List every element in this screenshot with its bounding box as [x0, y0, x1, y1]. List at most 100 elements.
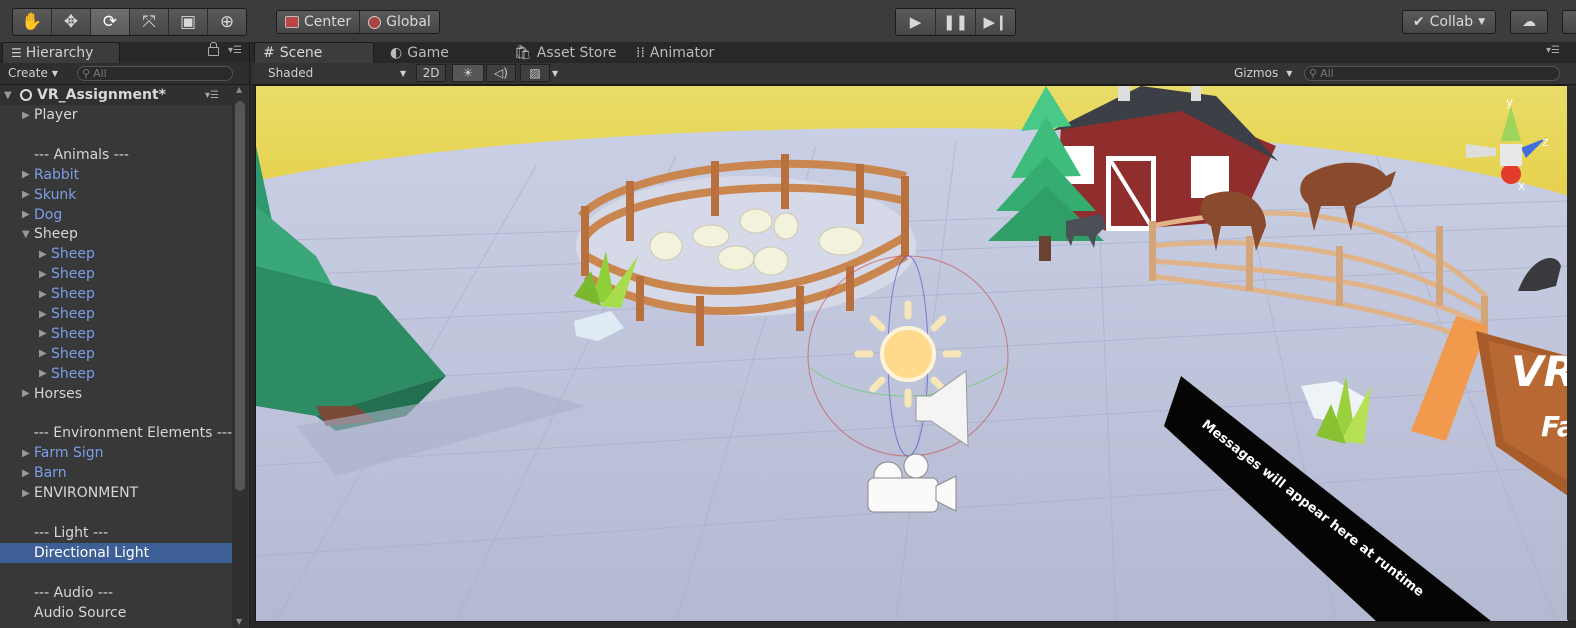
- scene-root-row[interactable]: ▼ VR_Assignment* ▾☰: [0, 85, 232, 105]
- rect-tool-icon[interactable]: ▣: [169, 9, 208, 35]
- hierarchy-row-label: Sheep: [51, 266, 95, 283]
- hierarchy-row[interactable]: --- Audio ---: [0, 583, 232, 603]
- hierarchy-row[interactable]: ▶ Dog: [0, 205, 232, 225]
- hierarchy-search-input[interactable]: ⚲ All: [77, 66, 233, 81]
- lock-icon[interactable]: [208, 42, 219, 56]
- hierarchy-scrollbar[interactable]: ▲ ▼: [232, 85, 248, 628]
- tab-scene[interactable]: # Scene: [254, 42, 374, 63]
- hierarchy-row[interactable]: --- Light ---: [0, 523, 232, 543]
- game-icon: ◐: [390, 44, 403, 61]
- hierarchy-row[interactable]: Directional Light: [0, 542, 232, 563]
- shading-mode-dropdown[interactable]: Shaded ▼: [268, 65, 408, 81]
- rotate-tool-icon[interactable]: ⟳: [91, 9, 130, 35]
- hierarchy-row[interactable]: ▶ Barn: [0, 463, 232, 483]
- search-icon: ⚲: [82, 67, 91, 80]
- cloud-icon: ☁: [1522, 14, 1536, 30]
- expand-arrow-icon[interactable]: ▶: [22, 110, 34, 121]
- expand-arrow-icon[interactable]: ▼: [22, 229, 34, 240]
- expand-arrow-icon[interactable]: ▶: [22, 468, 34, 479]
- expand-arrow-icon[interactable]: ▶: [39, 289, 51, 300]
- audio-toggle[interactable]: ◁): [486, 64, 516, 82]
- play-controls: ▶ ❚❚ ▶❙: [895, 8, 1016, 36]
- hierarchy-row[interactable]: [0, 125, 232, 145]
- expand-arrow-icon[interactable]: ▶: [22, 488, 34, 499]
- hierarchy-row[interactable]: ▶ Sheep: [0, 344, 232, 364]
- play-icon[interactable]: ▶: [896, 9, 936, 35]
- hierarchy-row[interactable]: ▶ Sheep: [0, 304, 232, 324]
- hand-tool-icon[interactable]: ✋: [13, 9, 52, 35]
- hierarchy-row-label: Sheep: [34, 226, 78, 243]
- hierarchy-row[interactable]: ▶ Sheep: [0, 244, 232, 264]
- tab-game[interactable]: ◐ Game: [382, 42, 492, 63]
- scene-search-input[interactable]: ⚲ All: [1304, 66, 1560, 81]
- scroll-up-icon[interactable]: ▲: [236, 85, 242, 94]
- panel-menu-icon[interactable]: ▾☰: [1546, 46, 1560, 56]
- chevron-down-icon: ▼: [400, 68, 407, 78]
- collab-button[interactable]: ✔ Collab ▼: [1402, 10, 1496, 34]
- expand-arrow-icon[interactable]: ▶: [22, 189, 34, 200]
- expand-arrow-icon[interactable]: ▶: [39, 309, 51, 320]
- hierarchy-row[interactable]: ▶ Horses: [0, 384, 232, 404]
- pause-icon[interactable]: ❚❚: [936, 9, 976, 35]
- chevron-down-icon: ▼: [51, 68, 59, 78]
- effects-toggle[interactable]: ▨: [520, 64, 550, 82]
- expand-arrow-icon[interactable]: ▶: [22, 169, 34, 180]
- pivot-center-toggle[interactable]: Center: [277, 11, 361, 33]
- scroll-down-icon[interactable]: ▼: [236, 617, 242, 626]
- expand-arrow-icon[interactable]: ▶: [39, 368, 51, 379]
- image-icon: ▨: [529, 66, 541, 80]
- transform-tool-icon[interactable]: ⊕: [208, 9, 246, 35]
- hierarchy-row[interactable]: ▶ Sheep: [0, 364, 232, 384]
- hierarchy-row[interactable]: ▶ Sheep: [0, 264, 232, 284]
- account-button[interactable]: [1562, 10, 1576, 34]
- move-tool-icon[interactable]: ✥: [52, 9, 91, 35]
- hierarchy-row[interactable]: ▶ ENVIRONMENT: [0, 483, 232, 503]
- hierarchy-search-placeholder: All: [93, 67, 107, 80]
- scale-tool-icon[interactable]: ⤧: [130, 9, 169, 35]
- scene-vscrollbar[interactable]: [1567, 85, 1576, 620]
- gizmos-label: Gizmos: [1234, 66, 1279, 80]
- expand-arrow-icon[interactable]: ▶: [39, 249, 51, 260]
- hierarchy-row[interactable]: ▶ Skunk: [0, 185, 232, 205]
- sun-icon: ☀: [462, 66, 474, 80]
- hierarchy-row-label: Sheep: [51, 246, 95, 263]
- tab-hierarchy[interactable]: ☰ Hierarchy: [2, 42, 120, 63]
- expand-arrow-icon[interactable]: ▶: [22, 209, 34, 220]
- expand-arrow-icon[interactable]: ▶: [39, 328, 51, 339]
- effects-dropdown[interactable]: ▼: [552, 65, 558, 81]
- scene-menu-icon[interactable]: ▾☰: [205, 90, 219, 101]
- hierarchy-row[interactable]: ▶ Rabbit: [0, 165, 232, 185]
- transform-tools: ✋ ✥ ⟳ ⤧ ▣ ⊕: [12, 8, 247, 36]
- globe-icon: [368, 15, 382, 29]
- step-icon[interactable]: ▶❙: [976, 9, 1015, 35]
- tab-animator[interactable]: ⁞⁞ Animator: [628, 42, 738, 63]
- hierarchy-row[interactable]: [0, 563, 232, 583]
- hierarchy-row[interactable]: ▶ Sheep: [0, 284, 232, 304]
- mode-2d-toggle[interactable]: 2D: [416, 64, 446, 82]
- hierarchy-row[interactable]: Audio Source: [0, 603, 232, 623]
- hierarchy-row[interactable]: ▼ Sheep: [0, 224, 232, 244]
- main-toolbar: ✋ ✥ ⟳ ⤧ ▣ ⊕ Center Global ▶ ❚❚ ▶❙ ✔ Coll…: [0, 0, 1576, 43]
- hierarchy-row[interactable]: --- Environment Elements ---: [0, 423, 232, 443]
- hierarchy-row[interactable]: ▶ Player: [0, 105, 232, 125]
- hierarchy-row[interactable]: --- Animals ---: [0, 145, 232, 165]
- expand-arrow-icon[interactable]: ▼: [4, 90, 16, 101]
- expand-arrow-icon[interactable]: ▶: [22, 448, 34, 459]
- scene-viewport[interactable]: VR Fa Messages will appear here at runti…: [255, 85, 1569, 622]
- lighting-toggle[interactable]: ☀: [452, 64, 484, 82]
- hierarchy-row[interactable]: [0, 404, 232, 424]
- expand-arrow-icon[interactable]: ▶: [39, 269, 51, 280]
- expand-arrow-icon[interactable]: ▶: [22, 388, 34, 399]
- gizmos-dropdown[interactable]: Gizmos ▼: [1234, 65, 1292, 81]
- tab-asset-store[interactable]: 🛍 Asset Store: [506, 42, 626, 63]
- panel-menu-icon[interactable]: ▾☰: [228, 46, 242, 56]
- expand-arrow-icon[interactable]: ▶: [39, 348, 51, 359]
- hierarchy-row-label: Dog: [34, 206, 63, 223]
- hierarchy-row[interactable]: ▶ Sheep: [0, 324, 232, 344]
- hierarchy-row[interactable]: [0, 503, 232, 523]
- hierarchy-scroll-thumb[interactable]: [235, 101, 245, 491]
- hierarchy-row[interactable]: ▶ Farm Sign: [0, 443, 232, 463]
- create-dropdown[interactable]: Create ▼: [8, 65, 58, 81]
- cloud-button[interactable]: ☁: [1510, 10, 1548, 34]
- space-global-toggle[interactable]: Global: [360, 11, 439, 33]
